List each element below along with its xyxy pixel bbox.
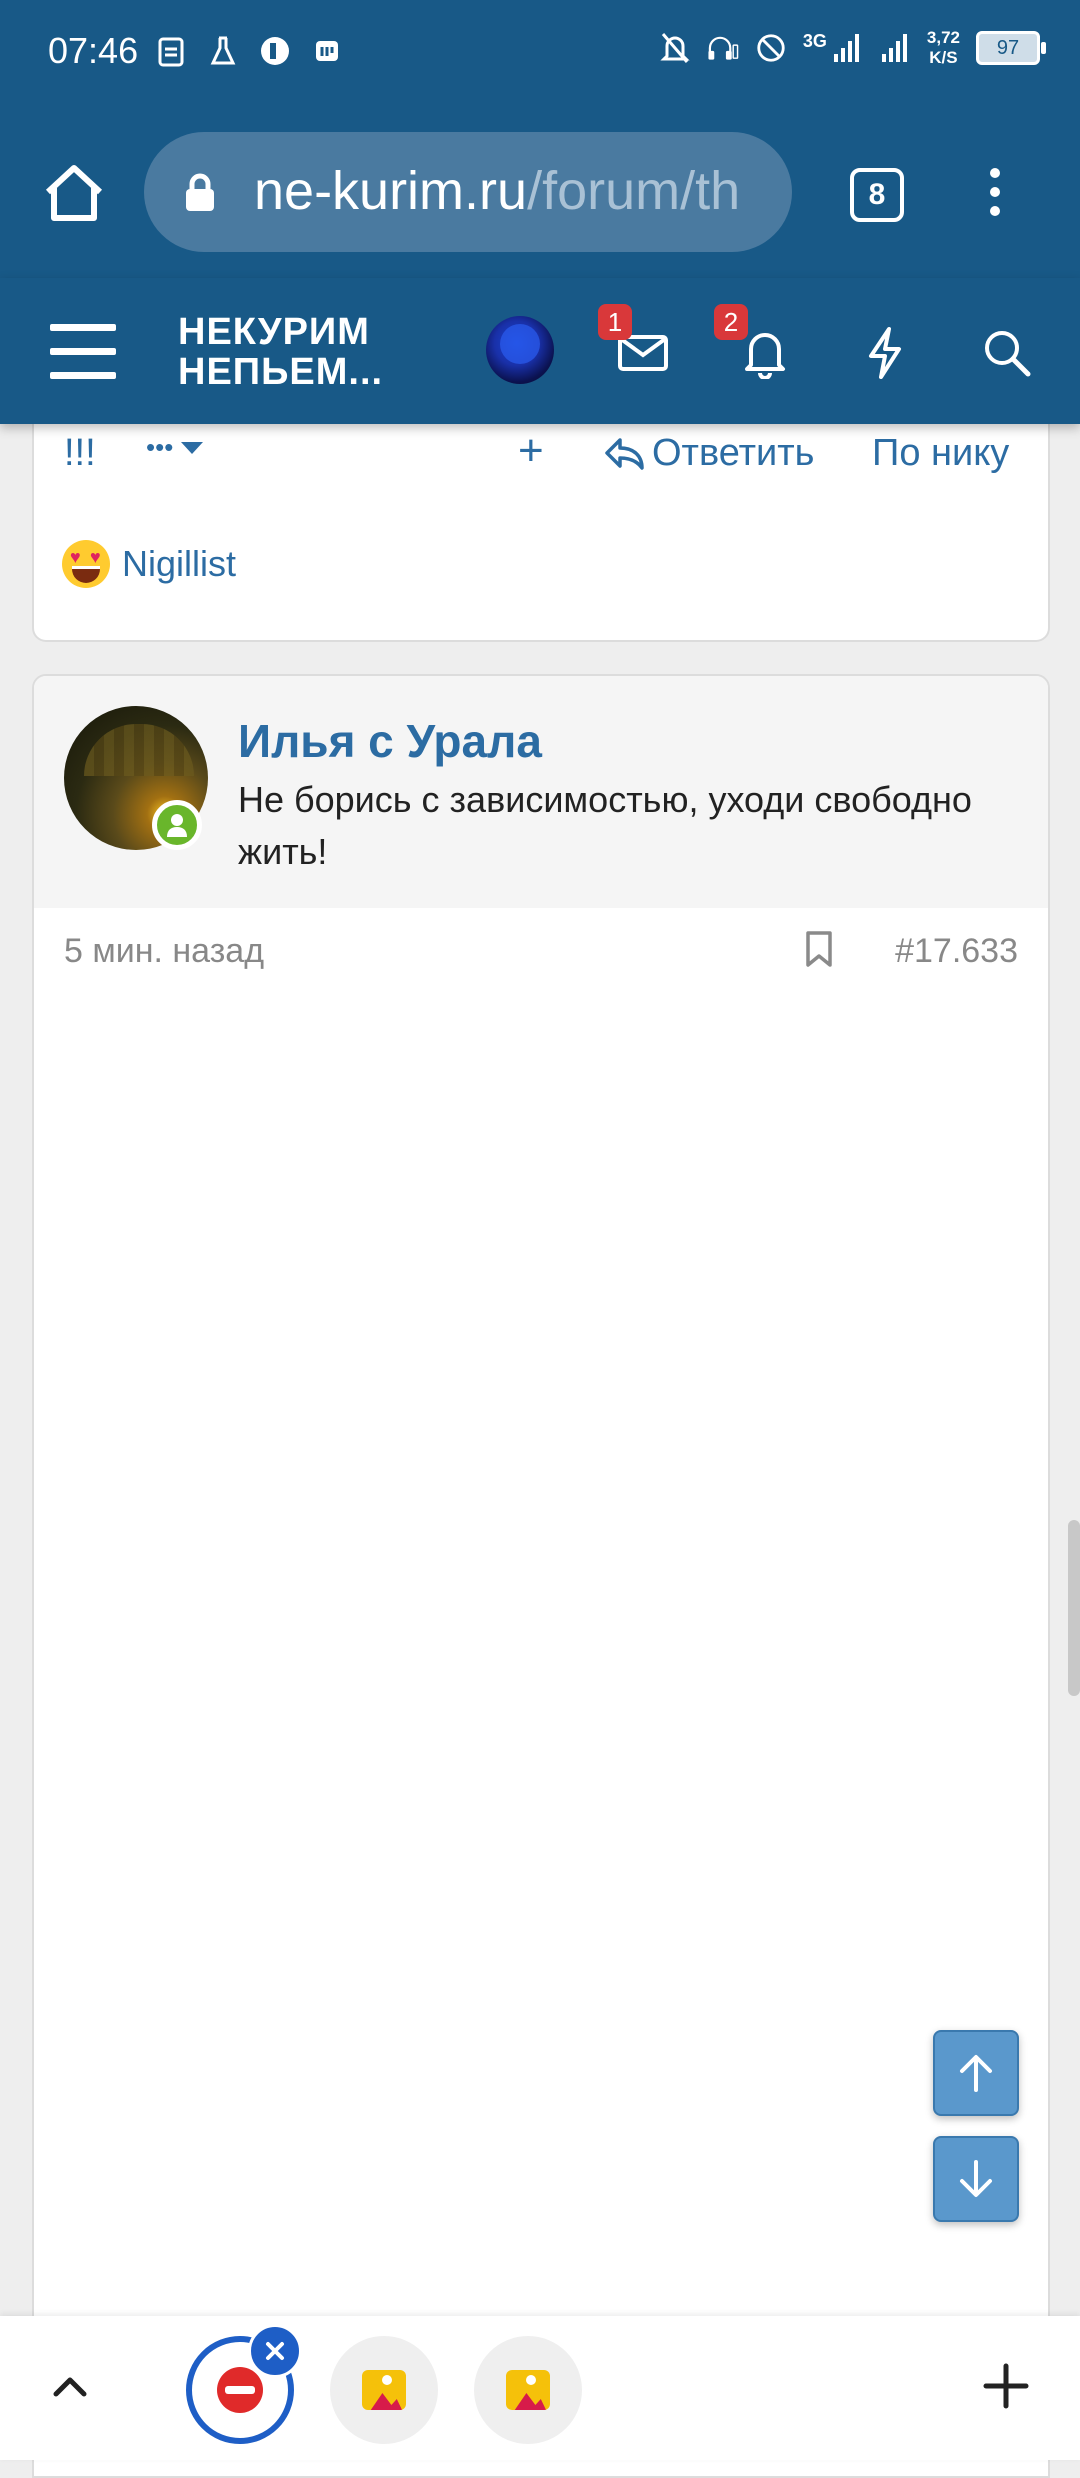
by-nick-button[interactable]: По нику xyxy=(872,432,1009,475)
arrow-down-icon xyxy=(960,2160,992,2197)
url-path: /forum/th xyxy=(527,161,741,221)
app-badge-icon xyxy=(311,34,343,68)
post-user-header: Илья с Урала Не борись с зависимостью, у… xyxy=(34,676,1048,908)
battery-level: 97 xyxy=(996,36,1020,59)
status-bar: 07:46 3G 3,72 K/S 97 xyxy=(0,0,1080,110)
image-icon xyxy=(362,2370,406,2410)
headphones-icon xyxy=(707,31,739,65)
more-actions-button[interactable]: ••• xyxy=(146,432,205,463)
post-user-title: Не борись с зависимостью, уходи свободно… xyxy=(238,779,972,872)
scroll-bottom-button[interactable] xyxy=(933,2136,1019,2222)
previous-post-card: !!! ••• + Ответить По нику ♥ ♥ Nigillist xyxy=(32,424,1050,642)
do-not-disturb-icon xyxy=(755,31,787,65)
lightning-icon xyxy=(869,327,901,379)
flask-icon xyxy=(207,34,239,68)
close-tab-icon[interactable] xyxy=(248,2324,302,2378)
status-notification-icons xyxy=(155,34,343,68)
search-icon xyxy=(985,331,1031,377)
reply-label: Ответить xyxy=(652,432,815,474)
post-actions-bar: !!! ••• + Ответить По нику xyxy=(34,424,1048,484)
reaction-bar[interactable]: ♥ ♥ Nigillist xyxy=(62,540,236,588)
online-user-icon xyxy=(152,800,202,850)
reaction-user-link[interactable]: Nigillist xyxy=(122,543,236,585)
add-multiquote-button[interactable]: + xyxy=(518,426,544,476)
mute-bell-icon xyxy=(659,31,691,65)
post-author-name[interactable]: Илья с Урала xyxy=(238,714,542,768)
browser-bottom-bar xyxy=(0,2316,1080,2460)
battery-icon: 97 xyxy=(976,31,1046,65)
tab-switcher-button[interactable]: 8 xyxy=(850,168,904,222)
logo-line-2: НЕПЬЕМ... xyxy=(178,351,384,393)
url-host: ne-kurim.ru xyxy=(254,161,528,221)
address-bar[interactable]: ne-kurim.ru/forum/th xyxy=(144,132,792,252)
logo-line-1: НЕКУРИМ xyxy=(178,311,370,353)
messages-badge: 1 xyxy=(598,304,632,340)
status-time: 07:46 xyxy=(48,30,139,71)
tab-image-2[interactable] xyxy=(474,2336,582,2444)
chevron-up-icon[interactable] xyxy=(48,2364,92,2413)
search-button[interactable] xyxy=(972,318,1042,388)
more-dots: ••• xyxy=(146,432,174,462)
site-header: НЕКУРИМ НЕПЬЕМ... 1 2 xyxy=(0,278,1080,424)
tab-image-1[interactable] xyxy=(330,2336,438,2444)
url-text: ne-kurim.ru/forum/th xyxy=(254,160,740,222)
heart-eyes-emoji-icon: ♥ ♥ xyxy=(62,540,110,588)
whats-new-button[interactable] xyxy=(850,318,920,388)
lock-icon xyxy=(182,172,218,217)
bell-icon xyxy=(745,333,785,379)
speed-value: 3,72 xyxy=(926,28,960,47)
scroll-top-button[interactable] xyxy=(933,2030,1019,2116)
signal-icon xyxy=(831,31,863,65)
home-icon[interactable] xyxy=(40,160,108,228)
status-system-icons: 3G 3,72 K/S 97 xyxy=(659,28,1046,68)
hamburger-menu-icon[interactable] xyxy=(50,324,116,396)
caret-down-icon xyxy=(181,441,204,454)
tab-count: 8 xyxy=(868,178,886,211)
post-number-link[interactable]: #17.633 xyxy=(895,932,1018,971)
no-smoking-icon xyxy=(217,2367,263,2413)
site-logo[interactable]: НЕКУРИМ НЕПЬЕМ... xyxy=(178,312,383,392)
image-icon xyxy=(506,2370,550,2410)
account-avatar[interactable] xyxy=(486,316,554,384)
browser-toolbar: ne-kurim.ru/forum/th 8 xyxy=(0,110,1080,278)
browser-menu-icon[interactable] xyxy=(980,162,1010,226)
reply-icon xyxy=(605,437,644,470)
signal-icon-2 xyxy=(879,31,911,65)
app-circle-icon xyxy=(259,34,291,68)
post-time[interactable]: 5 мин. назад xyxy=(64,932,264,971)
network-speed: 3,72 K/S xyxy=(927,28,960,68)
bookmark-icon[interactable] xyxy=(804,930,834,973)
marks-link[interactable]: !!! xyxy=(64,432,96,475)
alerts-button[interactable]: 2 xyxy=(714,304,800,388)
post-card: Илья с Урала Не борись с зависимостью, у… xyxy=(32,674,1050,2478)
network-type: 3G xyxy=(802,30,827,51)
alerts-badge: 2 xyxy=(714,304,748,340)
messages-button[interactable]: 1 xyxy=(598,304,678,388)
speed-unit: K/S xyxy=(929,48,958,67)
clipboard-icon xyxy=(155,34,187,68)
reply-button[interactable]: Ответить xyxy=(604,432,814,475)
scrollbar-thumb[interactable] xyxy=(1068,1520,1080,1696)
new-tab-plus-icon[interactable] xyxy=(980,2360,1032,2417)
arrow-up-icon xyxy=(960,2055,992,2092)
